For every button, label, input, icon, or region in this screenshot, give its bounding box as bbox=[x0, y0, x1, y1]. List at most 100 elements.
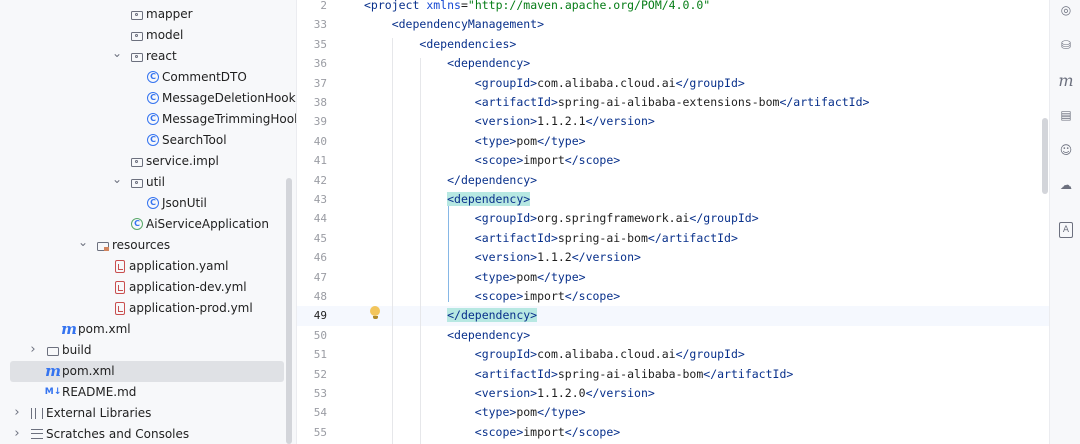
database-icon[interactable]: ⛁ bbox=[1058, 37, 1074, 53]
code-line[interactable]: 37 <groupId>com.alibaba.cloud.ai</groupI… bbox=[297, 74, 1049, 93]
tree-item-label: application-prod.yml bbox=[129, 301, 253, 315]
line-number: 46 bbox=[313, 251, 327, 265]
code-text: <project xmlns="http://maven.apache.org/… bbox=[364, 0, 711, 12]
chevron-down-icon[interactable]: ⌄ bbox=[110, 43, 124, 64]
code-text: <version>1.1.2</version> bbox=[474, 250, 641, 265]
package-folder-icon bbox=[130, 154, 144, 168]
line-number: 2 bbox=[320, 0, 327, 12]
code-line[interactable]: 49 </dependency> bbox=[297, 306, 1049, 326]
package-folder-icon bbox=[130, 49, 144, 63]
project-panel: mapper model ⌄ react C CommentDTO C MessageDele… bbox=[0, 0, 296, 444]
code-line[interactable]: 36 <dependency> bbox=[297, 54, 1049, 73]
code-text: <dependencies> bbox=[419, 36, 517, 51]
tree-item-label: AiServiceApplication bbox=[146, 217, 269, 231]
code-line[interactable]: 53 <version>1.1.2.0</version> bbox=[297, 384, 1049, 403]
code-text: <dependency> bbox=[447, 56, 531, 71]
code-line[interactable]: 39 <version>1.1.2.1</version> bbox=[297, 112, 1049, 131]
code-line[interactable]: 44 <groupId>org.springframework.ai</grou… bbox=[297, 209, 1049, 228]
java-class-icon: C bbox=[146, 196, 160, 210]
code-line[interactable]: 48 <scope>import</scope> bbox=[297, 287, 1049, 306]
tree-item-label: mapper bbox=[146, 7, 193, 21]
code-line[interactable]: 52 <artifactId>spring-ai-alibaba-bom</ar… bbox=[297, 365, 1049, 384]
tree-item-label: Scratches and Consoles bbox=[46, 427, 190, 441]
indent-guide bbox=[392, 38, 393, 444]
code-line[interactable]: 35 <dependencies> bbox=[297, 35, 1049, 54]
line-number: 33 bbox=[313, 18, 327, 32]
code-text: </dependency> bbox=[447, 172, 538, 187]
java-class-icon: C bbox=[146, 112, 160, 126]
chevron-right-icon[interactable]: › bbox=[10, 423, 24, 444]
tree-item-label: util bbox=[146, 175, 165, 189]
tree-item-label: README.md bbox=[62, 385, 137, 399]
line-number: 48 bbox=[313, 290, 327, 303]
line-number: 43 bbox=[313, 193, 327, 206]
code-line[interactable]: 38 <artifactId>spring-ai-alibaba-extensi… bbox=[297, 93, 1049, 112]
tree-item-label: application-dev.yml bbox=[129, 280, 247, 294]
line-number: 42 bbox=[313, 173, 327, 187]
maven-icon[interactable]: m bbox=[1058, 71, 1074, 90]
maven-icon: m bbox=[61, 320, 77, 338]
code-editor[interactable]: 55 <scope>import</scope> 54 <type>pom</ty… bbox=[297, 0, 1049, 444]
line-number: 55 bbox=[313, 425, 327, 439]
right-tool-window-bar: ◎ ⛁ m ▤ ☺ ☁ A bbox=[1049, 0, 1080, 444]
code-line[interactable]: 45 <artifactId>spring-ai-bom</artifactId… bbox=[297, 229, 1049, 248]
line-number: 37 bbox=[313, 76, 327, 90]
line-number: 41 bbox=[313, 154, 327, 168]
ai-assistant-icon[interactable]: ◎ bbox=[1058, 2, 1074, 18]
chevron-right-icon[interactable]: › bbox=[10, 402, 24, 423]
tree-item-label: CommentDTO bbox=[162, 70, 247, 84]
code-line[interactable]: 43 <dependency> bbox=[297, 190, 1049, 209]
markdown-icon: M↓ bbox=[44, 386, 62, 397]
code-text: </dependency> bbox=[447, 308, 538, 323]
chevron-down-icon[interactable]: ⌄ bbox=[76, 232, 90, 253]
tree-item-label: pom.xml bbox=[62, 364, 115, 378]
scratches-icon bbox=[30, 427, 44, 441]
package-folder-icon bbox=[130, 28, 144, 42]
code-text: <version>1.1.2.0</version> bbox=[474, 386, 655, 400]
code-line[interactable]: 46 <version>1.1.2</version> bbox=[297, 248, 1049, 267]
copilot-icon[interactable]: ☺ bbox=[1058, 142, 1074, 158]
tree-item[interactable]: m pom.xml bbox=[10, 361, 284, 382]
notifications-icon[interactable]: ▤ bbox=[1058, 107, 1074, 123]
chevron-right-icon[interactable]: › bbox=[26, 339, 40, 360]
deploy-icon[interactable]: ☁ bbox=[1058, 177, 1074, 193]
code-text: <type>pom</type> bbox=[474, 133, 586, 148]
code-line[interactable]: 33 <dependencyManagement> bbox=[297, 15, 1049, 34]
code-line[interactable]: 50 <dependency> bbox=[297, 326, 1049, 345]
project-scrollbar[interactable] bbox=[286, 178, 292, 444]
line-number: 35 bbox=[313, 37, 327, 51]
yaml-file-icon bbox=[113, 259, 127, 273]
spring-app-icon: C bbox=[130, 217, 144, 231]
line-number: 49 bbox=[313, 309, 327, 323]
code-line[interactable]: 51 <groupId>com.alibaba.cloud.ai</groupI… bbox=[297, 345, 1049, 364]
code-text: <artifactId>spring-ai-alibaba-bom</artif… bbox=[474, 366, 794, 381]
code-line[interactable]: 54 <type>pom</type> bbox=[297, 403, 1049, 422]
code-text: <dependencyManagement> bbox=[391, 17, 545, 32]
line-number: 52 bbox=[313, 367, 327, 381]
code-line[interactable]: 41 <scope>import</scope> bbox=[297, 151, 1049, 170]
tree-item-label: resources bbox=[112, 238, 171, 252]
code-text: <scope>import</scope> bbox=[474, 289, 621, 303]
text-icon[interactable]: A bbox=[1059, 222, 1073, 238]
line-number: 39 bbox=[313, 115, 327, 129]
code-line[interactable]: 2 <project xmlns="http://maven.apache.org… bbox=[297, 0, 1049, 15]
tree-item-label: JsonUtil bbox=[162, 196, 207, 210]
code-text: <type>pom</type> bbox=[474, 405, 586, 420]
code-text: <groupId>com.alibaba.cloud.ai</groupId> bbox=[474, 75, 745, 90]
chevron-down-icon[interactable]: ⌄ bbox=[110, 169, 124, 190]
editor-scrollbar[interactable] bbox=[1042, 118, 1048, 194]
line-number: 53 bbox=[313, 387, 327, 400]
maven-icon: m bbox=[45, 362, 61, 380]
code-line[interactable]: 42 </dependency> bbox=[297, 171, 1049, 190]
tree-item-label: External Libraries bbox=[46, 406, 152, 420]
line-number: 50 bbox=[313, 328, 327, 342]
lightbulb-icon[interactable] bbox=[369, 306, 381, 321]
code-line[interactable]: 55 <scope>import</scope> bbox=[297, 423, 1049, 442]
code-line[interactable]: 47 <type>pom</type> bbox=[297, 268, 1049, 287]
code-line[interactable]: 40 <type>pom</type> bbox=[297, 132, 1049, 151]
folder-icon bbox=[46, 343, 60, 357]
line-number: 54 bbox=[313, 406, 327, 420]
line-number: 47 bbox=[313, 270, 327, 284]
indent-guide bbox=[420, 58, 421, 444]
java-class-icon: C bbox=[146, 70, 160, 84]
